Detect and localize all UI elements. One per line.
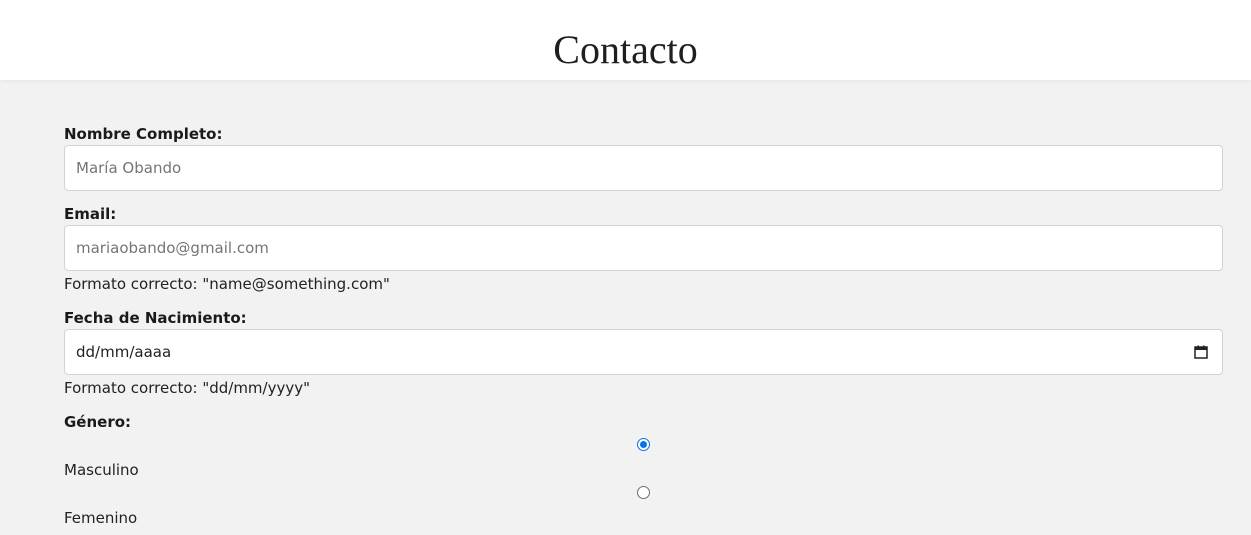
gender-option-masculino-label: Masculino — [64, 461, 139, 479]
page-title: Contacto — [553, 27, 698, 72]
gender-radio-femenino[interactable] — [637, 486, 650, 499]
birthdate-format-hint: Formato correcto: "dd/mm/yyyy" — [64, 379, 311, 397]
email-input-placeholder: mariaobando@gmail.com — [76, 239, 269, 257]
birthdate-input-value: dd/mm/aaaa — [76, 343, 172, 361]
gender-radio-masculino[interactable] — [637, 438, 650, 451]
birthdate-label: Fecha de Nacimiento: — [64, 309, 247, 327]
email-input[interactable]: mariaobando@gmail.com — [64, 225, 1223, 271]
name-input-placeholder: María Obando — [76, 159, 182, 177]
name-label: Nombre Completo: — [64, 125, 223, 143]
email-label: Email: — [64, 205, 117, 223]
gender-label: Género: — [64, 413, 132, 431]
page-header: Contacto — [0, 0, 1251, 80]
gender-option-femenino-label: Femenino — [64, 509, 138, 527]
birthdate-input[interactable]: dd/mm/aaaa — [64, 329, 1223, 375]
email-format-hint: Formato correcto: "name@something.com" — [64, 275, 390, 293]
name-input[interactable]: María Obando — [64, 145, 1223, 191]
calendar-icon[interactable] — [1194, 345, 1208, 359]
